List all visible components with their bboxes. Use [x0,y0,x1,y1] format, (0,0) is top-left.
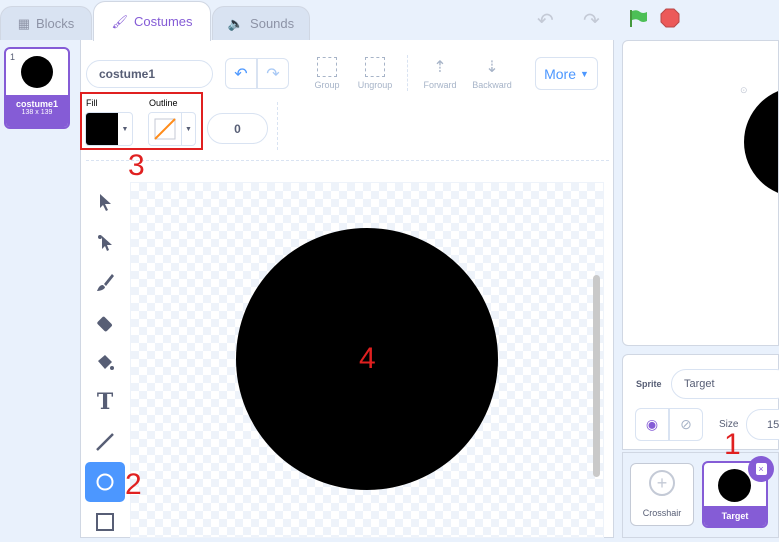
annotation-1: 1 [724,428,741,461]
toolbar-divider [277,102,278,150]
canvas-scrollbar[interactable] [593,275,600,477]
more-label: More [544,65,576,82]
stage-target-sprite [744,87,778,197]
chevron-down-icon: ▼ [579,68,589,79]
annotation-3: 3 [128,149,145,182]
speaker-icon: 🔈 [227,15,245,31]
delete-sprite-button[interactable]: × [748,456,774,482]
brush-icon: 🖌 [111,13,128,29]
brush-tool[interactable] [85,262,125,302]
tab-sounds-label: Sounds [250,16,295,31]
fill-icon [98,355,114,370]
code-icon: ▦ [17,15,30,31]
text-tool[interactable]: T [85,382,125,422]
costume-thumbnail [21,56,53,88]
rectangle-tool[interactable] [85,502,125,542]
backward-icon: ⇣ [485,59,499,76]
tab-code-label: Blocks [36,16,75,31]
redo-stage-icon[interactable]: ↷ [583,8,600,33]
sprite-name-input[interactable] [671,369,779,399]
forward-button[interactable]: ⇡ Forward [418,57,462,90]
tab-code[interactable]: ▦ Blocks [0,6,92,40]
undo-button[interactable]: ↶ [225,58,257,89]
trash-icon: × [755,463,767,475]
ungroup-button[interactable]: Ungroup [353,57,397,90]
toolbar-separator [86,160,609,161]
crosshair-icon: ⊙ [740,85,748,95]
costume-name: costume1 [15,99,59,109]
line-icon [96,433,114,451]
eraser-icon [97,316,112,332]
costume-item[interactable]: 1 costume1 138 x 139 [4,47,70,129]
costume-size: 138 x 139 [21,109,53,116]
sprite-name: Target [704,506,766,526]
sprite-tile-crosshair[interactable]: + Crosshair [630,463,694,526]
eraser-tool[interactable] [85,302,125,342]
tab-costumes[interactable]: 🖌 Costumes [93,1,211,41]
undo-stage-icon[interactable]: ↶ [537,8,554,33]
sprite-name: Crosshair [642,508,682,518]
size-input[interactable] [746,409,779,440]
chevron-down-icon: ▼ [181,113,195,145]
circle-icon [96,473,114,491]
stop-icon[interactable] [660,8,680,28]
reshape-tool[interactable] [85,222,125,262]
show-sprite-button[interactable]: ◉ [635,408,669,441]
brush-icon [97,274,114,291]
costume-name-input[interactable] [86,60,213,88]
toolbar-divider [407,55,408,91]
outline-width-input[interactable] [207,113,268,144]
sprite-label: Sprite [636,379,662,389]
fill-color-picker[interactable]: ▼ [85,112,133,146]
fill-label: Fill [86,98,98,108]
redo-button[interactable]: ↷ [257,58,289,89]
forward-label: Forward [423,80,457,90]
rectangle-icon [96,513,114,531]
tab-sounds[interactable]: 🔈 Sounds [212,6,310,40]
circle-tool[interactable] [85,462,125,502]
chevron-down-icon: ▼ [121,125,129,133]
green-flag-icon[interactable] [628,8,648,28]
hide-sprite-button[interactable]: ⊘ [669,408,703,441]
target-thumbnail [718,469,751,502]
backward-label: Backward [472,80,512,90]
no-outline-swatch [149,113,181,145]
outline-label: Outline [149,98,178,108]
ungroup-label: Ungroup [357,80,393,90]
ungroup-icon [365,57,385,77]
fill-swatch [86,113,118,145]
costume-index: 1 [10,52,16,62]
eye-icon: ◉ [645,416,659,432]
backward-button[interactable]: ⇣ Backward [466,57,518,90]
group-icon [317,57,337,77]
annotation-4: 4 [359,342,376,375]
select-icon [100,194,111,211]
crosshair-thumbnail: + [649,470,675,496]
annotation-2: 2 [125,468,142,501]
outline-color-picker[interactable]: ▼ [148,112,196,146]
text-icon: T [96,389,114,415]
reshape-icon [98,235,112,251]
group-button[interactable]: Group [307,57,347,90]
more-button[interactable]: More ▼ [535,57,598,90]
line-tool[interactable] [85,422,125,462]
fill-tool[interactable] [85,342,125,382]
stage[interactable]: ⊙ [622,40,779,346]
group-label: Group [314,80,340,90]
eye-slash-icon: ⊘ [680,416,692,432]
select-tool[interactable] [85,182,125,222]
tab-costumes-label: Costumes [133,14,193,29]
forward-icon: ⇡ [433,59,447,76]
